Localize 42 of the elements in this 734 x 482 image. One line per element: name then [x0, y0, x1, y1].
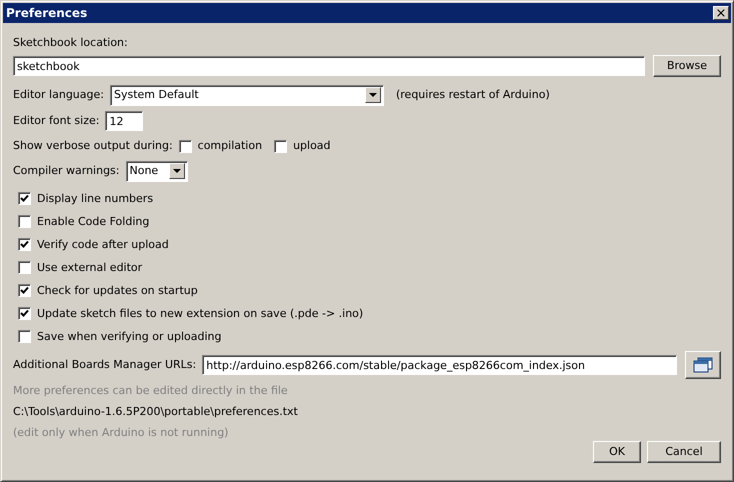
checkbox[interactable]	[18, 330, 31, 343]
cancel-button[interactable]: Cancel	[647, 441, 721, 463]
checkbox-label: compilation	[198, 139, 262, 153]
hint-text: More preferences can be edited directly in the file	[13, 384, 288, 398]
field-label: Show verbose output during:	[13, 139, 173, 153]
dropdown-value: None	[130, 164, 158, 178]
checkbox[interactable]	[274, 140, 288, 152]
checkbox[interactable]	[18, 284, 31, 297]
field-label: Additional Boards Manager URLs:	[13, 358, 196, 372]
sketchbook-field[interactable]: sketchbook	[13, 56, 645, 76]
close-button[interactable]: ×	[713, 6, 729, 20]
checkbox[interactable]	[18, 307, 31, 320]
dropdown-value: System Default	[114, 88, 199, 102]
checkbox[interactable]	[178, 140, 192, 152]
checkbox[interactable]	[18, 238, 31, 251]
checkbox-label: Save when verifying or uploading	[37, 330, 222, 344]
font-size-field[interactable]: 12	[105, 111, 144, 131]
note-text: (requires restart of Arduino)	[396, 88, 550, 102]
checkbox-label: Enable Code Folding	[37, 214, 150, 228]
urls-field[interactable]: http://arduino.esp8266.com/stable/package_esp8266com_index.json	[202, 355, 677, 375]
checkbox-label: Verify code after upload	[37, 238, 169, 252]
field-label: Editor font size:	[13, 114, 100, 128]
field-label: Compiler warnings:	[13, 164, 120, 178]
checkbox-label: Check for updates on startup	[37, 284, 198, 298]
checkbox[interactable]	[18, 192, 31, 205]
warnings-dropdown[interactable]: None	[126, 160, 188, 182]
checkbox-label: Update sketch files to new extension on save (.pde -> .ino)	[37, 306, 364, 320]
windows-icon	[693, 357, 713, 373]
browse-button[interactable]: Browse	[653, 55, 721, 77]
checkbox-label: Display line numbers	[37, 192, 154, 206]
urls-edit-button[interactable]	[685, 351, 721, 379]
ok-button[interactable]: OK	[593, 441, 641, 463]
field-label: Sketchbook location:	[13, 36, 128, 50]
field-label: Editor language:	[13, 88, 104, 102]
checkbox-label: upload	[293, 139, 331, 153]
language-dropdown[interactable]: System Default	[110, 84, 384, 106]
checkbox-label: Use external editor	[37, 260, 142, 274]
file-path: C:\Tools\arduino-1.6.5P200\portable\preferences.txt	[13, 404, 298, 418]
hint-text: (edit only when Arduino is not running)	[13, 426, 228, 440]
window-title: Preferences	[6, 6, 88, 20]
checkbox[interactable]	[18, 215, 31, 228]
checkbox[interactable]	[18, 261, 31, 274]
